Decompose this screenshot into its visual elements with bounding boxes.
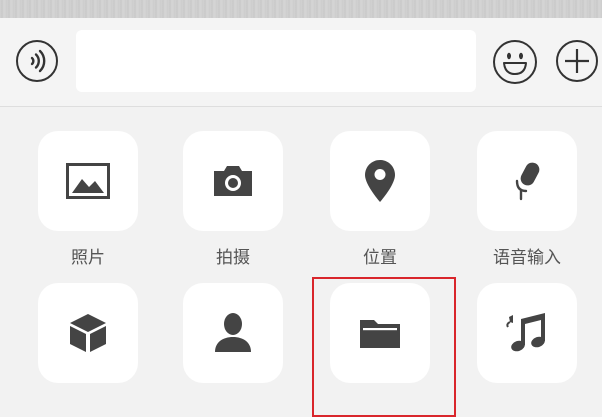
contact-tile[interactable] bbox=[183, 283, 283, 383]
file-tile[interactable] bbox=[330, 283, 430, 383]
music-note-icon bbox=[506, 313, 545, 352]
photo-tile[interactable] bbox=[38, 131, 138, 231]
more-functions-button[interactable] bbox=[555, 39, 599, 83]
camera-icon bbox=[214, 166, 252, 196]
chat-history-edge bbox=[0, 0, 602, 18]
plus-circle-icon bbox=[556, 40, 598, 82]
emoji-button[interactable] bbox=[492, 39, 538, 85]
box-tile[interactable] bbox=[38, 283, 138, 383]
microphone-icon bbox=[515, 162, 540, 201]
chat-input-bar bbox=[0, 18, 602, 107]
location-label: 位置 bbox=[363, 248, 397, 268]
location-tile[interactable] bbox=[330, 131, 430, 231]
voice-input-label: 语音输入 bbox=[493, 248, 561, 268]
person-icon bbox=[215, 313, 251, 352]
camera-label: 拍摄 bbox=[216, 248, 250, 268]
cube-icon bbox=[70, 314, 106, 352]
folder-icon bbox=[360, 320, 400, 348]
photo-label: 照片 bbox=[71, 248, 105, 268]
message-input[interactable] bbox=[76, 30, 476, 92]
camera-tile[interactable] bbox=[183, 131, 283, 231]
photo-icon bbox=[66, 163, 110, 199]
music-tile[interactable] bbox=[477, 283, 577, 383]
voice-toggle-button[interactable] bbox=[15, 39, 59, 83]
voice-wave-icon bbox=[16, 40, 58, 82]
smiley-face-icon bbox=[493, 40, 537, 84]
voice-input-tile[interactable] bbox=[477, 131, 577, 231]
location-pin-icon bbox=[365, 160, 395, 202]
